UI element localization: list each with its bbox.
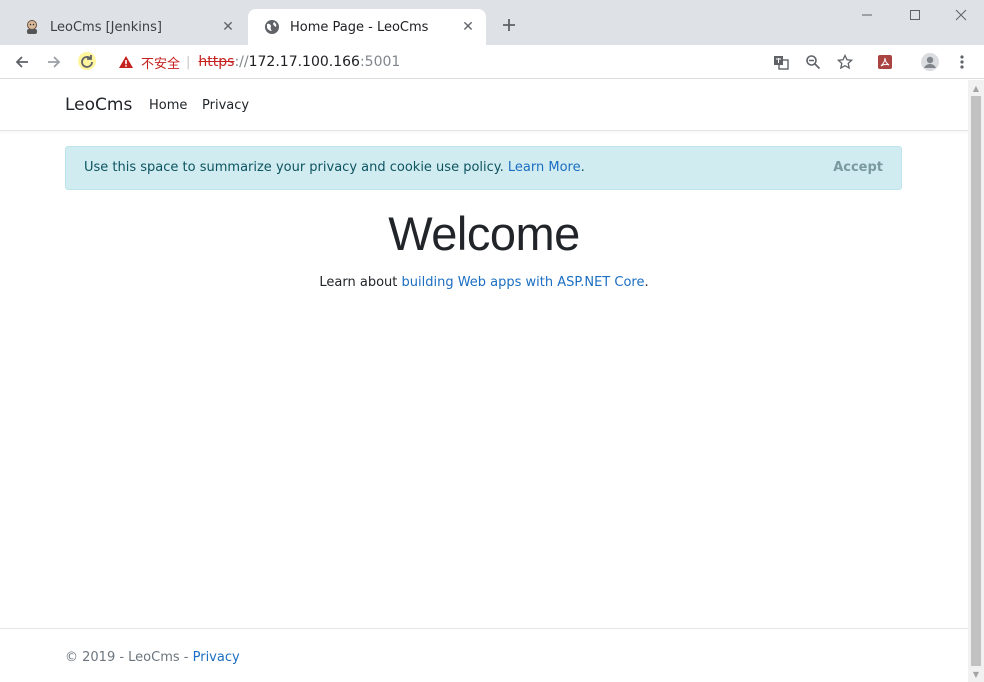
url-scheme: https <box>198 54 235 70</box>
reload-icon <box>81 55 93 68</box>
menu-button[interactable] <box>950 50 974 74</box>
tab-jenkins[interactable]: LeoCms [Jenkins] ✕ <box>8 9 246 45</box>
pdf-icon <box>878 55 892 69</box>
page-title: Welcome <box>388 207 580 260</box>
footer-privacy-link[interactable]: Privacy <box>193 650 240 665</box>
avatar-icon <box>921 53 939 71</box>
zoom-out-icon <box>806 55 821 70</box>
arrow-left-icon <box>15 56 28 68</box>
minimize-button[interactable] <box>852 4 882 26</box>
more-vertical-icon <box>960 55 964 69</box>
divider: | <box>186 54 191 70</box>
url-host: 172.17.100.166 <box>248 54 360 70</box>
scroll-down-icon[interactable]: ▼ <box>968 666 984 682</box>
tab-title: Home Page - LeoCms <box>290 19 429 35</box>
maximize-button[interactable] <box>900 4 930 26</box>
jenkins-icon <box>24 19 40 35</box>
maximize-icon <box>910 10 920 20</box>
footer-text: © 2019 - LeoCms - Privacy <box>65 650 240 665</box>
site-footer: © 2019 - LeoCms - Privacy <box>0 628 968 682</box>
accept-button[interactable]: Accept <box>833 160 883 175</box>
aspnet-docs-link[interactable]: building Web apps with ASP.NET Core <box>402 275 645 290</box>
translate-button[interactable] <box>769 50 793 74</box>
forward-button[interactable] <box>42 50 66 74</box>
warning-icon <box>119 56 133 68</box>
site-brand[interactable]: LeoCms <box>65 95 132 115</box>
lead-suffix: . <box>644 275 649 290</box>
arrow-right-icon <box>48 56 61 68</box>
globe-icon <box>264 19 280 35</box>
address-bar[interactable]: 不安全 | https://172.17.100.166:5001 <box>108 49 858 75</box>
cookie-message: Use this space to summarize your privacy… <box>84 160 585 175</box>
url-separator: :// <box>234 54 249 70</box>
tab-title: LeoCms [Jenkins] <box>50 19 162 35</box>
new-tab-button[interactable] <box>498 14 520 36</box>
welcome-lead: Learn about building Web apps with ASP.N… <box>0 275 968 290</box>
bookmark-button[interactable] <box>833 50 857 74</box>
learn-more-link[interactable]: Learn More <box>508 160 581 175</box>
reload-button[interactable] <box>75 50 99 74</box>
close-window-button[interactable] <box>946 4 976 26</box>
url-text: https://172.17.100.166:5001 <box>198 54 400 70</box>
nav-link-home[interactable]: Home <box>149 98 187 113</box>
cookie-consent-alert: Use this space to summarize your privacy… <box>65 146 902 190</box>
tab-home-page[interactable]: Home Page - LeoCms ✕ <box>248 9 486 45</box>
plus-icon <box>503 19 515 31</box>
close-icon <box>955 9 967 21</box>
cookie-message-suffix: . <box>580 160 585 175</box>
scrollbar-thumb[interactable] <box>971 96 981 666</box>
nav-link-privacy[interactable]: Privacy <box>202 98 249 113</box>
close-icon[interactable]: ✕ <box>460 19 476 35</box>
security-label: 不安全 <box>141 56 181 72</box>
back-button[interactable] <box>10 50 34 74</box>
browser-toolbar: 不安全 | https://172.17.100.166:5001 <box>0 45 984 79</box>
profile-button[interactable] <box>918 50 942 74</box>
zoom-button[interactable] <box>801 50 825 74</box>
scroll-up-icon[interactable]: ▲ <box>968 80 984 96</box>
star-icon <box>837 54 853 70</box>
translate-icon <box>774 56 789 70</box>
tab-strip: LeoCms [Jenkins] ✕ Home Page - LeoCms ✕ <box>0 0 984 45</box>
page-scrollbar[interactable]: ▲ ▼ <box>968 80 984 682</box>
cookie-message-text: Use this space to summarize your privacy… <box>84 160 504 175</box>
page-viewport: LeoCms Home Privacy Use this space to su… <box>0 80 968 682</box>
minimize-icon <box>862 14 872 16</box>
site-navbar: LeoCms Home Privacy <box>0 80 968 131</box>
lead-prefix: Learn about <box>319 275 402 290</box>
pdf-extension-button[interactable] <box>873 50 897 74</box>
close-icon[interactable]: ✕ <box>220 19 236 35</box>
url-port: :5001 <box>359 54 401 70</box>
security-indicator[interactable]: 不安全 | <box>118 53 198 72</box>
copyright-text: © 2019 - LeoCms - <box>65 650 193 665</box>
